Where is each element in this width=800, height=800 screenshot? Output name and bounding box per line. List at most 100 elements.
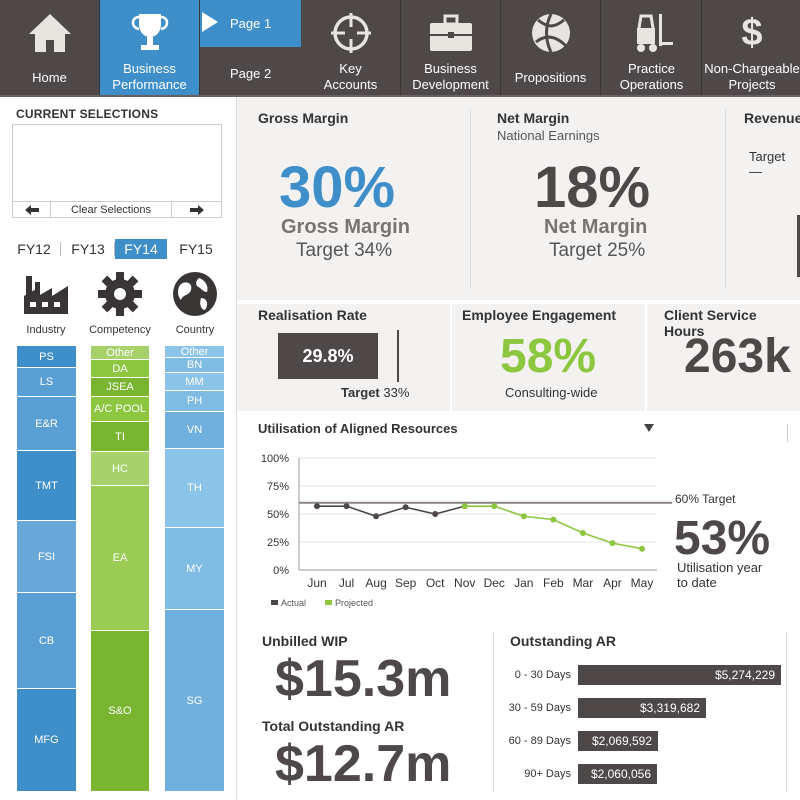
competency-segment-da[interactable]: DA	[91, 360, 149, 378]
competency-segment-jsea[interactable]: JSEA	[91, 378, 149, 397]
play-icon	[202, 12, 218, 32]
legend-swatch-projected	[325, 600, 332, 605]
industry-segment-cb[interactable]: CB	[17, 593, 76, 689]
data-point-actual	[343, 503, 350, 510]
ar-bar[interactable]: $2,060,056	[578, 764, 657, 784]
divider	[470, 109, 471, 289]
subnav-page-2[interactable]: Page 2	[200, 47, 301, 95]
net-margin-target: Target 25%	[549, 240, 646, 261]
gross-margin-value: 30%	[279, 155, 396, 220]
ar-row-label: 0 - 30 Days	[514, 669, 571, 681]
current-selections-title: CURRENT SELECTIONS	[16, 107, 159, 121]
fy-tab-fy15[interactable]: FY15	[170, 239, 222, 259]
country-segment-sg[interactable]: SG	[165, 610, 224, 792]
engagement-title: Employee Engagement	[462, 307, 617, 323]
briefcase-icon	[401, 10, 500, 56]
dropdown-icon[interactable]	[644, 424, 654, 432]
forklift-icon	[602, 10, 701, 56]
engagement-value: 58%	[500, 330, 597, 383]
nav-key-accounts[interactable]: Key Accounts	[301, 0, 401, 95]
country-segment-bn[interactable]: BN	[165, 358, 224, 373]
industry-segment-tmt[interactable]: TMT	[17, 451, 76, 521]
nav-business-performance[interactable]: Business Performance	[100, 0, 200, 95]
realisation-target: Target 33%	[341, 385, 410, 400]
x-tick-label: May	[631, 576, 654, 590]
x-tick-label: Jun	[307, 576, 326, 590]
nav-home-label: Home	[32, 70, 67, 85]
competency-segment-other[interactable]: Other	[91, 346, 149, 360]
y-tick-label: 100%	[261, 453, 289, 465]
arrow-left-icon[interactable]	[13, 202, 51, 217]
nav-non-chargeable-projects[interactable]: $ Non-Chargeable Projects	[702, 0, 800, 95]
x-tick-label: Sep	[395, 576, 417, 590]
country-segment-ph[interactable]: PH	[165, 391, 224, 412]
country-segment-other[interactable]: Other	[165, 346, 224, 358]
ar-bar[interactable]: $5,274,229	[578, 665, 781, 685]
realisation-target-marker	[397, 330, 399, 382]
gross-margin-target: Target 34%	[296, 240, 393, 261]
dollar-icon: $	[741, 11, 763, 54]
utilisation-chart: 0% 25% 50% 75% 100% Jun Jul Aug Sep Oct Nov Dec Jan F…	[261, 453, 672, 608]
competency-segment-so[interactable]: S&O	[91, 631, 149, 792]
data-point-projected	[579, 530, 586, 537]
y-tick-label: 0%	[273, 565, 289, 577]
competency-segment-ac-pool[interactable]: A/C POOL	[91, 397, 149, 422]
outstanding-ar-title: Outstanding AR	[510, 633, 617, 649]
industry-segment-ls[interactable]: LS	[17, 368, 76, 397]
legend-swatch-actual	[271, 600, 278, 605]
data-point-actual	[402, 504, 409, 511]
competency-segment-hc[interactable]: HC	[91, 452, 149, 486]
divider	[645, 304, 647, 411]
nav-business-performance-label: Business Performance	[112, 61, 187, 92]
x-tick-label: Nov	[454, 576, 475, 590]
fy-tab-fy12[interactable]: FY12	[8, 239, 60, 259]
industry-segment-er[interactable]: E&R	[17, 397, 76, 451]
competency-segment-ea[interactable]: EA	[91, 486, 149, 631]
x-tick-label: Oct	[426, 576, 445, 590]
client-hours-value: 263k	[684, 330, 791, 383]
nav-practice-operations[interactable]: Practice Operations	[602, 0, 702, 95]
industry-label: Industry	[26, 324, 66, 336]
nav-propositions[interactable]: Propositions	[501, 0, 601, 95]
subnav-page-1[interactable]: Page 1	[200, 0, 301, 47]
nav-practice-operations-label: Practice Operations	[619, 61, 684, 92]
country-label: Country	[175, 324, 215, 336]
gross-margin-label: Gross Margin	[281, 216, 410, 238]
fy-tab-fy14[interactable]: FY14	[115, 239, 167, 259]
arrow-right-icon[interactable]	[171, 202, 221, 217]
top-navigation: Home Business Performance Page 1 Page 2 …	[0, 0, 800, 97]
nav-home[interactable]: Home	[0, 0, 100, 95]
ar-bar[interactable]: $2,069,592	[578, 731, 658, 751]
country-segment-th[interactable]: TH	[165, 449, 224, 528]
competency-segment-ti[interactable]: TI	[91, 422, 149, 452]
data-point-actual	[314, 503, 320, 510]
total-ar-value: $12.7m	[275, 735, 452, 793]
series-line-actual	[317, 505, 465, 518]
data-point-projected	[491, 503, 498, 510]
y-tick-label: 50%	[267, 509, 289, 521]
ball-icon	[501, 10, 600, 56]
industry-segment-mfg[interactable]: MFG	[17, 689, 76, 792]
ar-row-label: 90+ Days	[524, 768, 571, 780]
net-margin-label: Net Margin	[544, 216, 648, 238]
ar-row-label: 30 - 59 Days	[508, 702, 571, 714]
country-segment-mm[interactable]: MM	[165, 373, 224, 391]
utilisation-value-label: Utilisation year to date	[677, 560, 763, 590]
industry-segment-ps[interactable]: PS	[17, 346, 76, 368]
legend-label-actual: Actual	[281, 598, 306, 608]
industry-segment-fsi[interactable]: FSI	[17, 521, 76, 593]
divider	[450, 304, 452, 411]
country-segment-my[interactable]: MY	[165, 528, 224, 610]
ar-bar[interactable]: $3,319,682	[578, 698, 706, 718]
fy-tab-fy13[interactable]: FY13	[62, 239, 114, 259]
clear-selections-button[interactable]: Clear Selections	[51, 202, 171, 217]
nav-propositions-label: Propositions	[514, 70, 587, 85]
x-tick-label: Jul	[339, 576, 354, 590]
competency-label: Competency	[89, 324, 151, 336]
country-segment-vn[interactable]: VN	[165, 412, 224, 449]
nav-business-development[interactable]: Business Development	[401, 0, 501, 95]
y-tick-label: 25%	[267, 537, 289, 549]
nav-key-accounts-label: Key Accounts	[323, 61, 378, 92]
utilisation-target-label: 60% Target	[675, 492, 736, 506]
net-margin-title: Net Margin	[497, 110, 570, 126]
